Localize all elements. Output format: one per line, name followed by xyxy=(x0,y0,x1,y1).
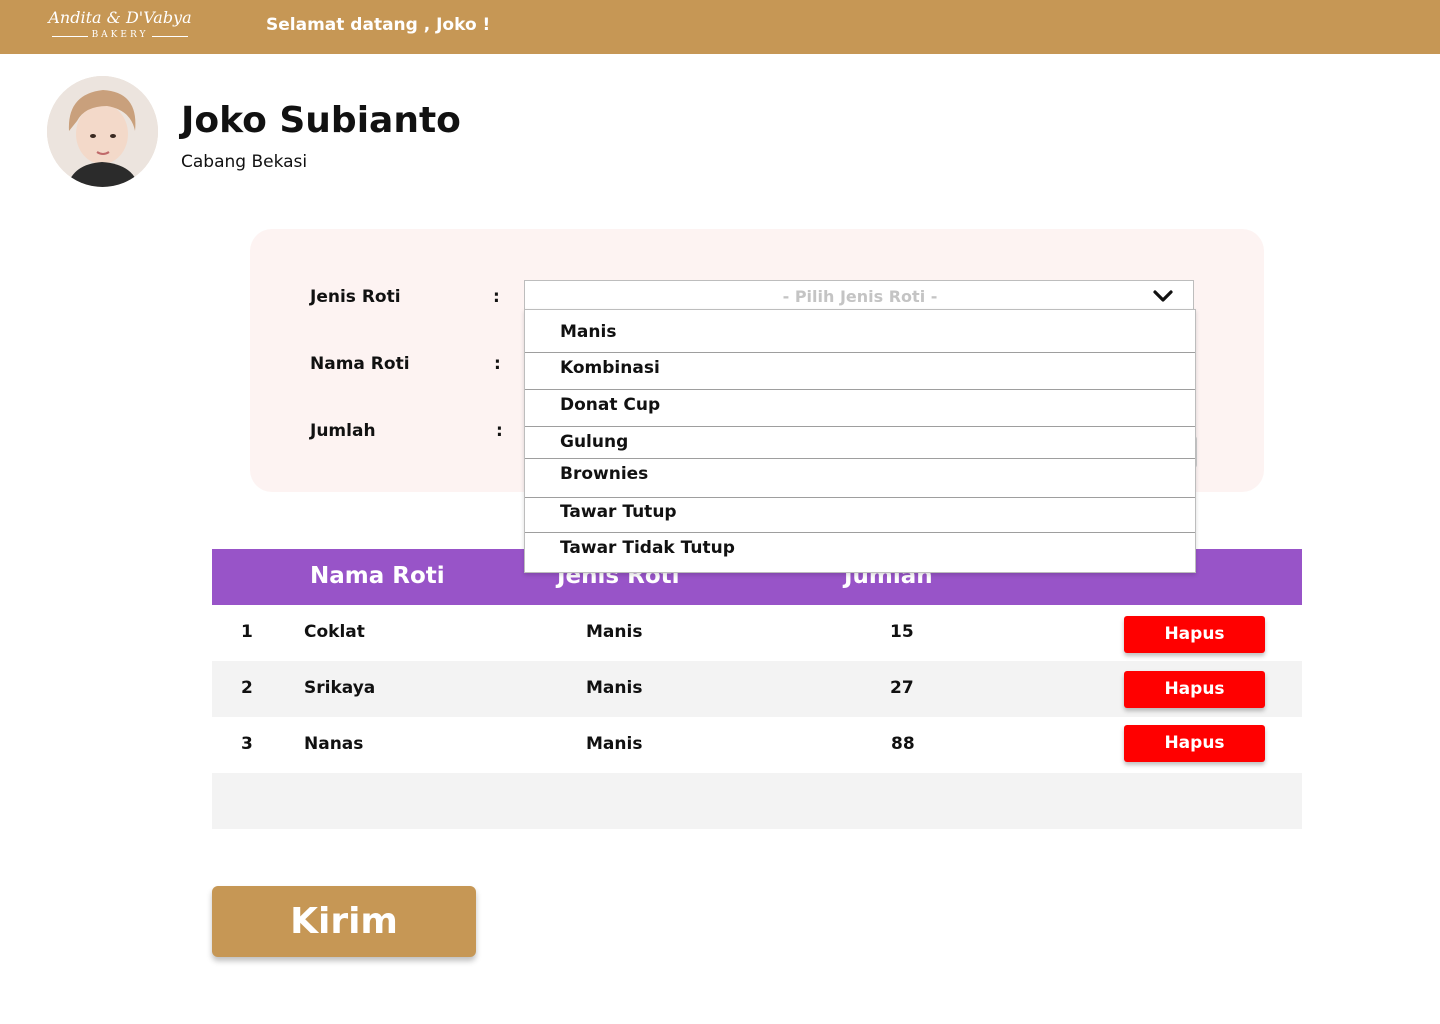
table-row: 1 Coklat Manis 15 Hapus xyxy=(212,605,1302,661)
user-name: Joko Subianto xyxy=(181,100,461,141)
row-jenis-roti: Manis xyxy=(586,734,643,754)
row-nama-roti: Srikaya xyxy=(304,678,376,698)
row-jumlah: 15 xyxy=(890,622,914,642)
option-label: Kombinasi xyxy=(560,358,660,378)
dropdown-option-tawar-tidak-tutup[interactable]: Tawar Tidak Tutup xyxy=(525,533,1195,572)
option-label: Brownies xyxy=(560,464,649,484)
user-avatar-icon xyxy=(47,76,158,187)
bakery-logo[interactable]: Andita & D'Vabya BAKERY xyxy=(44,8,196,44)
jenis-roti-colon: : xyxy=(493,287,500,307)
row-number: 2 xyxy=(241,678,253,698)
jenis-roti-dropdown: Manis Kombinasi Donat Cup Gulung Brownie… xyxy=(524,309,1196,573)
row-number: 1 xyxy=(241,622,253,642)
option-label: Donat Cup xyxy=(560,395,661,415)
dropdown-option-donat-cup[interactable]: Donat Cup xyxy=(525,390,1195,427)
nama-roti-label: Nama Roti xyxy=(310,354,410,374)
jenis-roti-label: Jenis Roti xyxy=(310,287,401,307)
row-jenis-roti: Manis xyxy=(586,678,643,698)
table-row-empty xyxy=(212,773,1302,829)
chevron-down-icon[interactable] xyxy=(1151,288,1175,304)
jumlah-colon: : xyxy=(496,421,503,441)
option-label: Manis xyxy=(560,322,617,342)
logo-title: Andita & D'Vabya xyxy=(48,8,192,27)
row-jumlah: 27 xyxy=(890,678,914,698)
logo-divider-right xyxy=(152,36,188,37)
nama-roti-colon: : xyxy=(494,354,501,374)
logo-subtitle: BAKERY xyxy=(91,30,149,40)
row-jenis-roti: Manis xyxy=(586,622,643,642)
row-jumlah: 88 xyxy=(891,734,915,754)
select-placeholder: - Pilih Jenis Roti - xyxy=(782,287,938,306)
row-number: 3 xyxy=(241,734,253,754)
kirim-button[interactable]: Kirim xyxy=(212,886,476,957)
avatar xyxy=(47,76,158,187)
option-label: Tawar Tutup xyxy=(560,502,677,522)
table-row: 3 Nanas Manis 88 Hapus xyxy=(212,717,1302,773)
column-header-nama-roti: Nama Roti xyxy=(310,563,445,589)
option-label: Tawar Tidak Tutup xyxy=(560,538,735,558)
dropdown-option-brownies[interactable]: Brownies xyxy=(525,459,1195,498)
top-bar: Andita & D'Vabya BAKERY Selamat datang ,… xyxy=(0,0,1440,54)
hapus-button[interactable]: Hapus xyxy=(1124,725,1265,762)
row-nama-roti: Coklat xyxy=(304,622,365,642)
user-branch: Cabang Bekasi xyxy=(181,152,308,172)
jumlah-label: Jumlah xyxy=(310,421,376,441)
dropdown-option-manis[interactable]: Manis xyxy=(525,310,1195,353)
hapus-button[interactable]: Hapus xyxy=(1124,671,1265,708)
dropdown-option-kombinasi[interactable]: Kombinasi xyxy=(525,353,1195,390)
option-label: Gulung xyxy=(560,432,629,452)
dropdown-option-gulung[interactable]: Gulung xyxy=(525,427,1195,459)
jenis-roti-select[interactable]: - Pilih Jenis Roti - xyxy=(524,280,1194,310)
table-row: 2 Srikaya Manis 27 Hapus xyxy=(212,661,1302,717)
row-nama-roti: Nanas xyxy=(304,734,364,754)
dropdown-option-tawar-tutup[interactable]: Tawar Tutup xyxy=(525,498,1195,533)
welcome-text: Selamat datang , Joko ! xyxy=(266,15,491,35)
hapus-button[interactable]: Hapus xyxy=(1124,616,1265,653)
